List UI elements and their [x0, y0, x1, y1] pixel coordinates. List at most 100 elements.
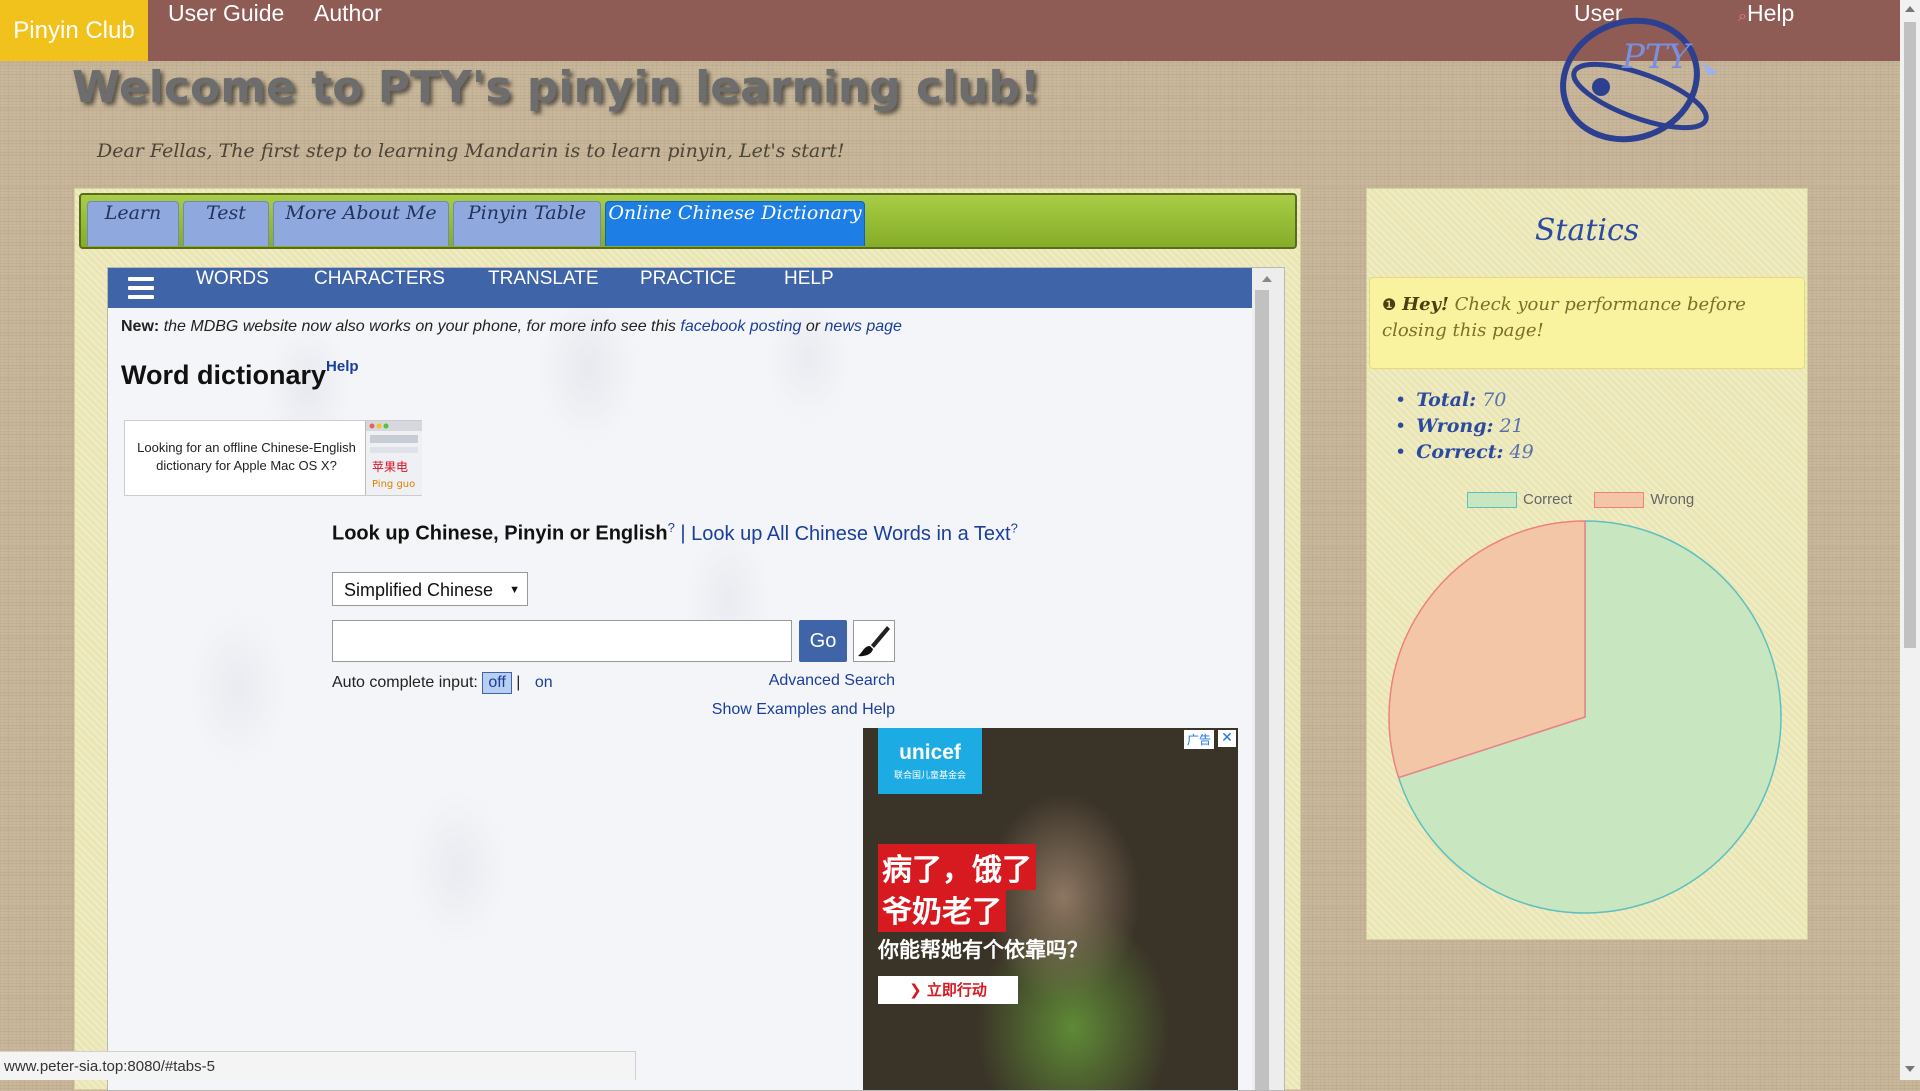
mdbg-nav-characters[interactable]: CHARACTERS [314, 268, 445, 290]
legend-correct-label: Correct [1523, 491, 1573, 508]
caret-down-icon: ▼ [509, 584, 520, 596]
news-page-link[interactable]: news page [825, 318, 902, 335]
mdbg-nav-practice[interactable]: PRACTICE [640, 268, 736, 290]
dictionary-title: Word dictionaryHelp [121, 358, 359, 391]
legend-wrong[interactable]: Wrong [1594, 491, 1695, 509]
stat-wrong-label: Wrong: [1416, 415, 1494, 437]
stat-correct-label: Correct: [1416, 441, 1504, 463]
nav-author[interactable]: Author [314, 0, 382, 61]
autocomplete-row: Auto complete input: off | on [332, 672, 553, 694]
ad-cta-button[interactable]: ❯ 立即行动 [878, 976, 1018, 1004]
tab-bar: Learn Test More About Me Pinyin Table On… [79, 193, 1297, 249]
lookup-all-words-label: Look up All Chinese Words in a Text [691, 522, 1011, 545]
handwriting-brush-icon[interactable] [853, 620, 895, 662]
mdbg-nav-words[interactable]: WORDS [196, 268, 269, 290]
stat-correct-value: 49 [1509, 441, 1534, 463]
ad-label[interactable]: 广告 [1183, 730, 1214, 749]
scroll-up-arrow-icon[interactable] [1262, 276, 1272, 282]
facebook-posting-link[interactable]: facebook posting [680, 318, 801, 335]
iframe-scroll-thumb[interactable] [1255, 290, 1269, 1090]
ad-headline-2: 爷奶老了 [878, 886, 1006, 932]
page-scroll-down-icon[interactable] [1905, 1066, 1915, 1072]
page-title: Welcome to PTY's pinyin learning club! [72, 62, 1041, 113]
svg-text:Ping guo: Ping guo [372, 479, 415, 490]
lookup-separator: | [680, 522, 686, 545]
news-banner: New: the MDBG website now also works on … [121, 318, 902, 336]
unicef-logo: unicef 联合国儿童基金会 [878, 728, 982, 794]
page-scroll-thumb[interactable] [1904, 22, 1916, 648]
nav-help-label: Help [1746, 0, 1795, 26]
alert-bold: Hey! [1402, 294, 1449, 315]
mdbg-nav-translate[interactable]: TRANSLATE [488, 268, 599, 290]
lookup-all-help-link[interactable]: ? [1011, 520, 1018, 535]
script-select[interactable]: Simplified Chinese ▼ [332, 572, 528, 606]
stat-list: Total: 70 Wrong: 21 Correct: 49 [1395, 387, 1534, 465]
tab-more-about-me[interactable]: More About Me [273, 201, 449, 246]
performance-pie-chart [1388, 520, 1782, 914]
mac-app-banner[interactable]: Looking for an offline Chinese-English d… [124, 420, 422, 496]
mac-app-screenshot-icon: 苹果电 Ping guo [365, 421, 422, 495]
dictionary-title-text: Word dictionary [121, 360, 327, 390]
search-options: Advanced Search Show Examples and Help [708, 666, 895, 724]
autocomplete-on-toggle[interactable]: on [535, 674, 553, 691]
tab-online-dictionary[interactable]: Online Chinese Dictionary [605, 201, 865, 246]
iframe-scrollbar[interactable] [1252, 268, 1284, 1090]
stat-total: Total: 70 [1395, 387, 1534, 413]
mac-ad-line2: dictionary for Apple Mac OS X? [156, 458, 337, 473]
news-text: the MDBG website now also works on your … [163, 318, 676, 335]
ad-headline-1: 病了，饿了 [878, 844, 1036, 890]
unicef-brand-sub: 联合国儿童基金会 [893, 771, 966, 781]
stat-wrong-value: 21 [1499, 415, 1524, 437]
dictionary-iframe: WORDS CHARACTERS TRANSLATE PRACTICE HELP… [107, 267, 1285, 1091]
search-input[interactable] [332, 620, 792, 662]
page-subtitle: Dear Fellas, The first step to learning … [97, 140, 845, 162]
legend-wrong-swatch [1594, 492, 1645, 509]
ad-question: 你能帮她有个依靠吗？ [878, 938, 1088, 962]
page-scroll-up-icon[interactable] [1905, 6, 1915, 12]
dictionary-page: WORDS CHARACTERS TRANSLATE PRACTICE HELP… [108, 268, 1252, 1090]
autocomplete-label: Auto complete input: [332, 674, 478, 691]
stat-total-label: Total: [1416, 389, 1477, 411]
news-or: or [805, 318, 821, 335]
legend-wrong-label: Wrong [1650, 491, 1695, 508]
dictionary-help-link[interactable]: Help [326, 358, 359, 375]
news-label: New: [121, 318, 160, 335]
pty-logo: PTY [1560, 17, 1718, 143]
script-select-value: Simplified Chinese [344, 580, 494, 600]
mdbg-nav-help[interactable]: HELP [784, 268, 834, 290]
info-icon: ❶ [1382, 295, 1397, 314]
autocomplete-separator: | [516, 674, 521, 691]
stat-wrong: Wrong: 21 [1395, 413, 1534, 439]
tab-pinyin-table[interactable]: Pinyin Table [453, 201, 601, 246]
mac-ad-line1: Looking for an offline Chinese-English [137, 440, 356, 455]
legend-correct-swatch [1467, 492, 1517, 509]
unicef-brand: unicef [899, 741, 961, 764]
chart-legend: Correct Wrong [1467, 491, 1712, 509]
status-bar-url: www.peter-sia.top:8080/#tabs-5 [0, 1051, 636, 1080]
advanced-search-link[interactable]: Advanced Search [708, 666, 895, 695]
nav-user-guide[interactable]: User Guide [168, 0, 284, 61]
mdbg-navbar: WORDS CHARACTERS TRANSLATE PRACTICE HELP [108, 268, 1252, 308]
hamburger-menu-icon[interactable] [128, 277, 154, 299]
svg-text:苹果电: 苹果电 [372, 460, 408, 474]
lookup-heading: Look up Chinese, Pinyin or English? | Lo… [332, 520, 1018, 546]
unicef-ad[interactable]: unicef 联合国儿童基金会 广告 ✕ 病了，饿了 爷奶老了 你能帮她有个依靠… [863, 728, 1238, 1090]
lookup-help-link[interactable]: ? [668, 520, 675, 535]
svg-text:PTY: PTY [1621, 37, 1694, 77]
statistics-title: Statics [1534, 213, 1640, 248]
statistics-panel: Statics ❶ Hey! Check your performance be… [1366, 188, 1808, 940]
performance-alert: ❶ Hey! Check your performance before clo… [1369, 277, 1805, 369]
page-scrollbar[interactable] [1900, 0, 1920, 1080]
stat-correct: Correct: 49 [1395, 439, 1534, 465]
stat-total-value: 70 [1482, 389, 1507, 411]
tab-test[interactable]: Test [183, 201, 269, 246]
go-button[interactable]: Go [799, 620, 847, 662]
autocomplete-off-toggle[interactable]: off [482, 672, 512, 694]
lookup-all-words-link[interactable]: Look up All Chinese Words in a Text? [691, 520, 1018, 545]
tab-learn[interactable]: Learn [87, 201, 179, 246]
brand-link[interactable]: Pinyin Club [0, 0, 148, 61]
lookup-label: Look up Chinese, Pinyin or English [332, 522, 668, 545]
ad-close-icon[interactable]: ✕ [1218, 730, 1236, 747]
legend-correct[interactable]: Correct [1467, 491, 1573, 509]
examples-help-link[interactable]: Show Examples and Help [708, 695, 895, 724]
